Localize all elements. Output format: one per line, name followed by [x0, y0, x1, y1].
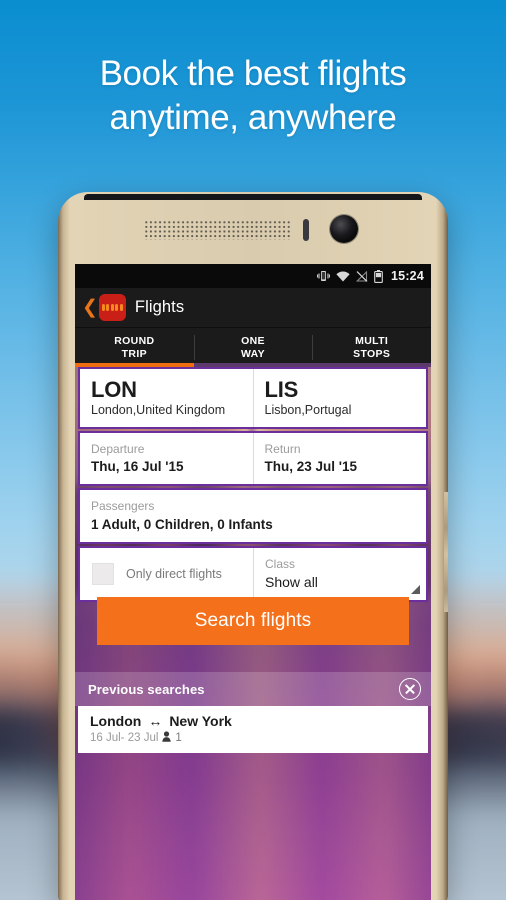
close-circle-icon[interactable]: [399, 678, 421, 700]
back-chevron-icon[interactable]: ❮: [82, 298, 98, 317]
vibrate-icon: [317, 270, 331, 282]
status-bar-clock: 15:24: [391, 269, 424, 283]
app-action-bar: ❮ Flights: [75, 288, 431, 328]
phone-device-mockup: 15:24 ❮ Flights ROUND TRIP ONE WAY MULTI…: [58, 192, 448, 900]
origin-field[interactable]: LON London,United Kingdom: [80, 369, 253, 427]
tab-one-way-line1: ONE: [241, 334, 265, 347]
direct-flights-label: Only direct flights: [126, 566, 222, 581]
passengers-value: 1 Adult, 0 Children, 0 Infants: [91, 516, 273, 532]
options-row: Only direct flights Class Show all: [78, 545, 428, 603]
proximity-sensor: [303, 219, 309, 241]
earpiece-speaker-grille: [144, 220, 292, 240]
power-button[interactable]: [444, 492, 448, 612]
flight-search-form: LON London,United Kingdom LIS Lisbon,Por…: [78, 367, 428, 604]
class-field[interactable]: Class Show all: [253, 547, 426, 601]
previous-search-dates: 16 Jul- 23 Jul: [90, 732, 159, 744]
page-title: Flights: [134, 298, 185, 316]
return-label: Return: [264, 442, 301, 457]
tab-round-trip[interactable]: ROUND TRIP: [75, 328, 194, 367]
phone-screen: 15:24 ❮ Flights ROUND TRIP ONE WAY MULTI…: [75, 264, 431, 900]
tab-one-way-line2: WAY: [241, 347, 266, 360]
trip-type-tabs: ROUND TRIP ONE WAY MULTI STOPS: [75, 328, 431, 367]
previous-search-from: London: [90, 713, 142, 729]
passengers-field[interactable]: Passengers 1 Adult, 0 Children, 0 Infant…: [80, 490, 426, 541]
search-flights-button[interactable]: Search flights: [97, 597, 409, 645]
route-swap-arrow-icon: ↔: [148, 713, 163, 729]
destination-field[interactable]: LIS Lisbon,Portugal: [252, 369, 427, 428]
return-value: Thu, 23 Jul '15: [264, 459, 358, 475]
headline-line-1: Book the best flights: [99, 54, 407, 93]
destination-city: Lisbon,Portugal: [264, 403, 352, 418]
tab-multi-stops-line1: MULTI: [355, 334, 389, 347]
origin-city: London,United Kingdom: [91, 403, 226, 418]
class-value: Show all: [265, 574, 318, 591]
destination-code: LIS: [264, 377, 299, 402]
departure-label: Departure: [91, 442, 145, 457]
departure-date-field[interactable]: Departure Thu, 16 Jul '15: [80, 433, 253, 484]
signal-off-icon: [356, 270, 368, 282]
previous-searches-title: Previous searches: [88, 681, 205, 697]
tab-round-trip-line2: TRIP: [121, 347, 147, 360]
class-label: Class: [265, 556, 296, 571]
return-date-field[interactable]: Return Thu, 23 Jul '15: [252, 433, 427, 485]
status-bar: 15:24: [75, 264, 431, 288]
previous-search-to: New York: [169, 713, 232, 729]
previous-search-item[interactable]: London ↔ New York 16 Jul- 23 Jul 1: [78, 706, 428, 753]
passengers-label: Passengers: [91, 499, 155, 514]
tab-multi-stops[interactable]: MULTI STOPS: [312, 328, 431, 367]
direct-flights-checkbox[interactable]: [92, 562, 114, 585]
headline-line-2: anytime, anywhere: [109, 98, 397, 138]
edreams-logo-icon[interactable]: [98, 294, 126, 321]
previous-search-route: London ↔ New York: [90, 713, 416, 729]
previous-search-pax-count: 1: [175, 732, 182, 744]
passengers-row: Passengers 1 Adult, 0 Children, 0 Infant…: [78, 488, 428, 544]
direct-flights-toggle[interactable]: Only direct flights: [80, 548, 253, 600]
dropdown-caret-icon: [411, 585, 420, 595]
previous-searches-header: Previous searches: [75, 672, 431, 706]
promo-screenshot: Book the best flights anytime, anywhere: [0, 0, 506, 900]
phone-top-strip: [84, 194, 422, 200]
tab-multi-stops-line2: STOPS: [353, 347, 391, 360]
wifi-icon: [336, 270, 350, 282]
promo-headline: Book the best flights anytime, anywhere: [0, 52, 506, 140]
search-content-area: LON London,United Kingdom LIS Lisbon,Por…: [75, 367, 431, 900]
previous-search-meta: 16 Jul- 23 Jul 1: [90, 731, 416, 745]
passenger-icon: [162, 731, 172, 745]
departure-value: Thu, 16 Jul '15: [91, 459, 184, 475]
origin-code: LON: [91, 377, 137, 402]
airports-row: LON London,United Kingdom LIS Lisbon,Por…: [78, 367, 428, 430]
dates-row: Departure Thu, 16 Jul '15 Return Thu, 23…: [78, 431, 428, 487]
tab-round-trip-line1: ROUND: [114, 334, 155, 347]
battery-icon: [374, 269, 383, 283]
front-camera-icon: [330, 215, 358, 243]
tab-one-way[interactable]: ONE WAY: [193, 328, 313, 367]
